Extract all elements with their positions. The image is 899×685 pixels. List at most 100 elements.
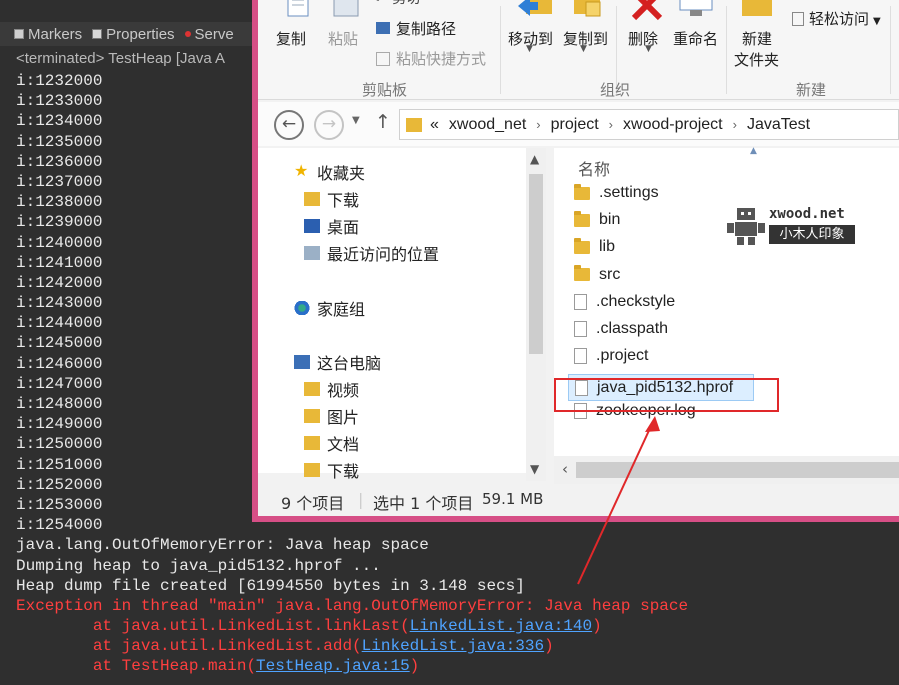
address-input[interactable]: « xwood_net › project › xwood-project › … [399, 109, 899, 140]
file-name: .settings [599, 184, 659, 201]
column-header-name[interactable]: 名称 [578, 156, 610, 180]
downloads-icon [304, 463, 320, 477]
view-tabs: Markers Properties Serve [0, 22, 260, 46]
tab-servers[interactable]: Serve [184, 26, 234, 43]
ribbon-divider [726, 6, 727, 94]
console-line: Dumping heap to java_pid5132.hprof ... [16, 556, 381, 575]
xwood-logo: xwood.net 小木人印象 [725, 204, 855, 250]
stack-frame-text: at java.util.LinkedList.add( [16, 637, 362, 656]
scroll-up-icon[interactable]: ▲ [530, 152, 539, 166]
easy-access-button[interactable]: 轻松访问 ▼ [792, 8, 881, 29]
ribbon: 复制 粘贴 ✂ 剪切 复制路径 粘贴快捷方式 剪贴板 移动到 ▼ 复制到 ▼ 删… [258, 0, 899, 100]
file-row[interactable]: src [574, 265, 620, 284]
scroll-down-icon[interactable]: ▼ [530, 462, 539, 476]
scissors-icon: ✂ [376, 0, 392, 7]
folder-icon [574, 183, 590, 200]
folder-icon [406, 117, 422, 132]
file-row[interactable]: .classpath [574, 320, 668, 338]
up-arrow-icon[interactable]: ↑ [375, 111, 391, 133]
exception-line: Exception in thread "main" java.lang.Out… [16, 596, 689, 615]
move-to-caret-icon: ▼ [526, 44, 533, 54]
paste-button[interactable]: 粘贴 [328, 28, 358, 49]
copy-path-button[interactable]: 复制路径 [376, 18, 456, 39]
nav-scrollbar[interactable]: ▲ ▼ [526, 148, 546, 481]
sort-caret-icon: ▲ [750, 146, 757, 156]
explorer-content: 复制 粘贴 ✂ 剪切 复制路径 粘贴快捷方式 剪贴板 移动到 ▼ 复制到 ▼ 删… [258, 0, 899, 516]
nav-item-this-pc[interactable]: 这台电脑 [294, 350, 381, 374]
breadcrumb-javatest[interactable]: JavaTest [747, 116, 810, 134]
file-icon [574, 348, 587, 365]
address-overflow[interactable]: « [430, 116, 439, 134]
file-row[interactable]: .settings [574, 183, 659, 202]
nav-item-downloads[interactable]: 下载 [304, 187, 359, 211]
chevron-right-icon[interactable]: › [536, 117, 540, 132]
delete-icon [631, 0, 663, 21]
chevron-right-icon[interactable]: › [733, 117, 737, 132]
nav-item-videos[interactable]: 视频 [304, 377, 359, 401]
nav-item-favorites[interactable]: ★ 收藏夹 [294, 160, 365, 184]
scroll-left-icon[interactable]: ‹ [562, 460, 568, 478]
recent-locations-caret-icon[interactable]: ▼ [352, 115, 360, 126]
stack-frame: at java.util.LinkedList.add(LinkedList.j… [16, 636, 896, 656]
group-organize: 组织 [600, 81, 631, 99]
file-icon [574, 321, 587, 337]
explorer-window: 复制 粘贴 ✂ 剪切 复制路径 粘贴快捷方式 剪贴板 移动到 ▼ 复制到 ▼ 删… [252, 0, 899, 522]
forward-button[interactable]: → [314, 110, 344, 140]
file-hscrollbar[interactable]: ‹ [554, 456, 899, 484]
new-folder-icon [742, 0, 772, 16]
paste-shortcut-button[interactable]: 粘贴快捷方式 [376, 48, 486, 69]
breadcrumb-xwood-net[interactable]: xwood_net [449, 116, 526, 134]
file-row[interactable]: bin [574, 210, 621, 229]
forward-arrow-icon: → [321, 114, 337, 134]
servers-icon [184, 31, 191, 37]
tab-markers[interactable]: Markers [14, 26, 82, 43]
chevron-right-icon[interactable]: › [609, 117, 613, 132]
logo-site: xwood.net [769, 206, 845, 222]
nav-item-desktop[interactable]: 桌面 [304, 214, 359, 238]
new-folder-button[interactable]: 新建 [742, 28, 772, 49]
folder-icon [574, 210, 590, 227]
source-link[interactable]: TestHeap.java:15 [256, 657, 410, 675]
breadcrumb-xwood-project[interactable]: xwood-project [623, 116, 723, 134]
nav-item-recent[interactable]: 最近访问的位置 [304, 241, 439, 265]
back-button[interactable]: ← [274, 110, 304, 140]
stack-frame-suffix: ) [409, 657, 420, 676]
nav-item-pictures[interactable]: 图片 [304, 404, 359, 428]
logo-subtitle: 小木人印象 [769, 225, 855, 244]
copy-to-icon [574, 0, 601, 17]
file-row[interactable]: lib [574, 237, 616, 256]
cut-button[interactable]: ✂ 剪切 [376, 0, 420, 8]
copy-to-caret-icon: ▼ [580, 44, 587, 54]
back-arrow-icon: ← [281, 114, 297, 134]
paste-icon [333, 0, 359, 17]
recent-places-icon [304, 246, 320, 260]
file-icon [574, 293, 587, 310]
move-to-icon [518, 0, 552, 16]
file-row[interactable]: .checkstyle [574, 293, 675, 311]
copy-button[interactable]: 复制 [276, 28, 306, 49]
breadcrumb-project[interactable]: project [551, 116, 599, 134]
navigation-pane: ★ 收藏夹 下载 桌面 最近访问的位置 家庭组 这台电脑 视频 图片 文档 下载 [258, 148, 526, 481]
nav-item-downloads-pc[interactable]: 下载 [304, 458, 359, 482]
annotation-highlight-box [554, 378, 779, 412]
nav-item-documents[interactable]: 文档 [304, 431, 359, 455]
ribbon-divider [890, 6, 891, 94]
scroll-thumb[interactable] [529, 174, 543, 354]
rename-button[interactable]: 重命名 [673, 28, 718, 49]
address-bar: ← → ▼ ↑ « xwood_net › project › xwood-pr… [258, 102, 899, 146]
pictures-icon [304, 409, 320, 423]
easy-access-caret-icon: ▼ [873, 16, 881, 27]
source-link[interactable]: LinkedList.java:140 [410, 617, 592, 635]
tab-properties[interactable]: Properties [92, 26, 175, 43]
nav-item-homegroup[interactable]: 家庭组 [294, 296, 365, 320]
source-link[interactable]: LinkedList.java:336 [362, 637, 544, 655]
hscroll-thumb[interactable] [576, 462, 899, 478]
ribbon-divider [500, 6, 501, 94]
file-name: .classpath [596, 320, 669, 337]
file-name: bin [599, 211, 621, 229]
file-name: lib [599, 238, 616, 256]
delete-button[interactable]: 删除 [628, 28, 658, 49]
stack-frame-text: at TestHeap.main( [16, 657, 257, 676]
file-row[interactable]: .project [574, 347, 648, 365]
stack-frame-text: at java.util.LinkedList.linkLast( [16, 617, 410, 636]
